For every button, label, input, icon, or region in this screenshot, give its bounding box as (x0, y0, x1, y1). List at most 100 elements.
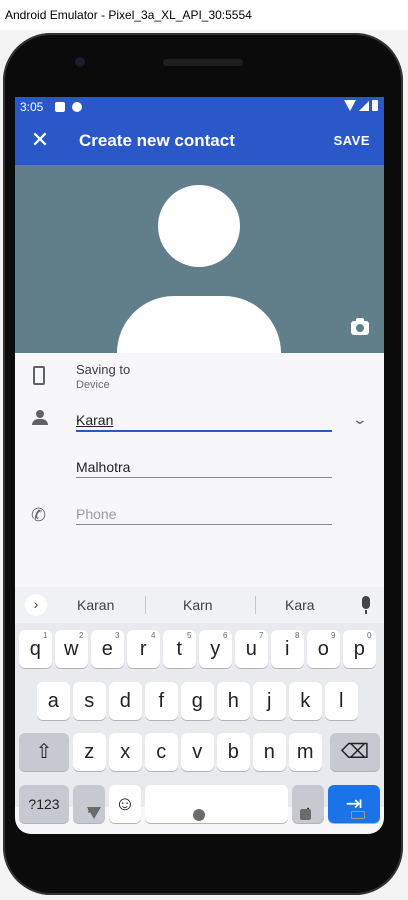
phone-field[interactable] (76, 497, 332, 525)
home-icon[interactable] (193, 809, 205, 821)
key-q-hint: 1 (43, 631, 48, 640)
key-k[interactable]: k (289, 682, 322, 720)
key-x[interactable]: x (109, 733, 142, 771)
key-n-label: n (263, 741, 275, 763)
key-m-label: m (296, 741, 314, 763)
notification-icon-2 (72, 102, 82, 112)
key-u-hint: 7 (259, 631, 264, 640)
symbols-key-label: ?123 (28, 796, 60, 812)
phone-icon: ✆ (31, 505, 47, 525)
symbols-key[interactable]: ?123 (19, 785, 69, 823)
key-u[interactable]: u7 (235, 630, 268, 668)
saving-to-value[interactable]: Device (76, 379, 110, 391)
emoji-key[interactable]: ☺ (109, 785, 141, 823)
suggestion-3[interactable]: Kara (285, 597, 315, 613)
key-b-label: b (227, 741, 239, 763)
status-icons (344, 100, 378, 111)
save-button[interactable]: SAVE (334, 133, 370, 148)
key-o-label: o (317, 638, 329, 660)
signal-icon (359, 100, 369, 111)
key-f-label: f (158, 690, 165, 712)
key-r-hint: 4 (151, 631, 156, 640)
emulator-titlebar: Android Emulator - Pixel_3a_XL_API_30:55… (0, 0, 408, 30)
key-o[interactable]: o9 (307, 630, 340, 668)
key-n[interactable]: n (253, 733, 286, 771)
key-v-label: v (192, 741, 203, 763)
backspace-key[interactable]: ⌫ (330, 733, 380, 771)
key-p[interactable]: p0 (343, 630, 376, 668)
contact-form: Saving to Device ⌄ ✆ (15, 353, 384, 555)
status-time: 3:05 (20, 100, 44, 114)
key-w-label: w (64, 638, 79, 660)
key-f[interactable]: f (145, 682, 178, 720)
key-t-label: t (176, 638, 183, 660)
space-key[interactable] (145, 785, 288, 823)
first-name-field[interactable] (76, 404, 332, 432)
key-j-label: j (267, 690, 272, 712)
key-b[interactable]: b (217, 733, 250, 771)
person-icon (32, 410, 48, 426)
key-y-hint: 6 (223, 631, 228, 640)
avatar-body (117, 296, 281, 353)
soft-keyboard: › Karan Karn Kara q1w2e3r4t5y6u7i8o9p0as… (15, 587, 384, 823)
key-a[interactable]: a (37, 682, 70, 720)
key-u-label: u (245, 638, 257, 660)
key-l-label: l (339, 690, 344, 712)
key-y[interactable]: y6 (199, 630, 232, 668)
mic-icon[interactable] (362, 596, 370, 614)
key-d[interactable]: d (109, 682, 142, 720)
key-i-label: i (285, 638, 290, 660)
key-z[interactable]: z (73, 733, 106, 771)
key-o-hint: 9 (331, 631, 336, 640)
front-camera (75, 57, 85, 67)
key-r[interactable]: r4 (127, 630, 160, 668)
key-t-hint: 5 (187, 631, 192, 640)
notification-icon (55, 102, 65, 112)
key-s[interactable]: s (73, 682, 106, 720)
last-name-field[interactable] (76, 450, 332, 478)
suggestion-2[interactable]: Karn (183, 597, 213, 613)
key-y-label: y (210, 638, 221, 660)
chevron-down-icon[interactable]: ⌄ (352, 411, 368, 428)
key-t[interactable]: t5 (163, 630, 196, 668)
phone-frame: 3:05 ✕ Create new contact SAVE Saving to… (3, 33, 403, 895)
suggestion-bar: › Karan Karn Kara (15, 587, 384, 623)
key-k-label: k (300, 690, 311, 712)
key-w[interactable]: w2 (55, 630, 88, 668)
suggestion-1[interactable]: Karan (77, 597, 114, 613)
suggestion-divider (145, 596, 146, 614)
key-w-hint: 2 (79, 631, 84, 640)
key-h[interactable]: h (217, 682, 250, 720)
key-j[interactable]: j (253, 682, 286, 720)
contact-photo-area[interactable] (15, 165, 384, 353)
recents-icon[interactable] (300, 809, 311, 820)
key-i-hint: 8 (295, 631, 300, 640)
key-v[interactable]: v (181, 733, 214, 771)
key-l[interactable]: l (325, 682, 358, 720)
close-icon[interactable]: ✕ (29, 129, 51, 151)
avatar-head (158, 185, 240, 267)
saving-to-label: Saving to (76, 362, 131, 377)
key-c[interactable]: c (145, 733, 178, 771)
key-z-label: z (84, 741, 95, 763)
shift-key[interactable]: ⇧ (19, 733, 69, 771)
back-icon[interactable] (87, 807, 101, 819)
key-q-label: q (29, 638, 41, 660)
key-s-label: s (84, 690, 95, 712)
key-e-label: e (101, 638, 113, 660)
key-c-label: c (156, 741, 167, 763)
suggestion-divider (255, 596, 256, 614)
navigation-bar (15, 807, 384, 834)
key-q[interactable]: q1 (19, 630, 52, 668)
chevron-right-icon[interactable]: › (25, 594, 47, 616)
camera-icon[interactable] (351, 318, 369, 335)
keyboard-switch-icon[interactable] (351, 811, 365, 819)
key-d-label: d (119, 690, 131, 712)
key-i[interactable]: i8 (271, 630, 304, 668)
key-p-hint: 0 (367, 631, 372, 640)
key-a-label: a (47, 690, 59, 712)
key-e[interactable]: e3 (91, 630, 124, 668)
key-m[interactable]: m (289, 733, 322, 771)
key-g[interactable]: g (181, 682, 214, 720)
key-g-label: g (191, 690, 203, 712)
